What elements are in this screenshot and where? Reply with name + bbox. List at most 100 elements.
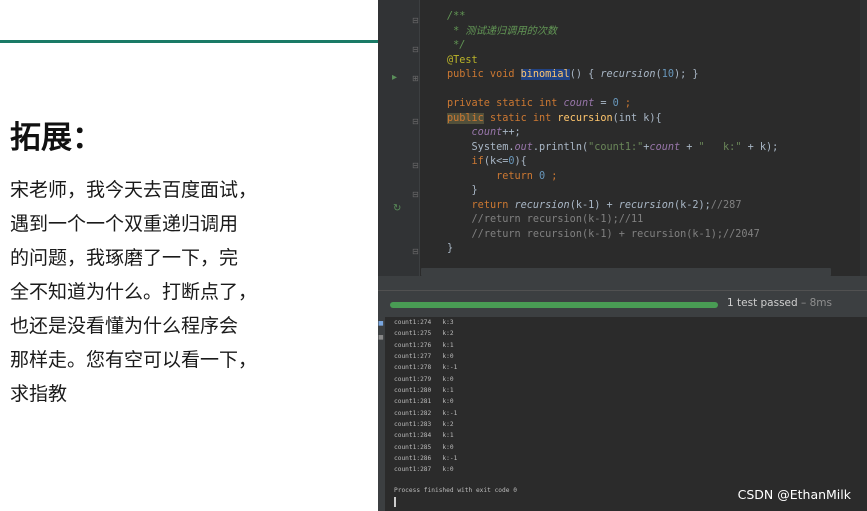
string-literal: "count1:" <box>588 141 644 153</box>
console-line: count1:277 k:0 <box>394 353 454 361</box>
code-token: ); } <box>673 69 699 80</box>
code-token: ; <box>545 170 558 182</box>
console-line: count1:282 k:-1 <box>394 409 458 417</box>
annotation: @Test <box>447 54 478 66</box>
test-progress-bar <box>390 302 718 308</box>
ide-window: ▸ ⊟ ⊟ ⊞ ⊟ ⊟ ⊟ ↻ ⊟ /** * 测试递归调用的次数 */ @Te… <box>378 0 867 511</box>
keyword: if <box>471 156 484 167</box>
test-status: 1 test passed – 8ms <box>727 297 832 309</box>
horizontal-scrollbar[interactable] <box>421 268 831 276</box>
fold-icon[interactable]: ⊟ <box>412 117 419 126</box>
line-comment: //287 <box>710 199 742 211</box>
code-line: */ <box>447 39 778 54</box>
recursive-call-icon: ↻ <box>393 203 402 214</box>
fold-icon[interactable]: ⊟ <box>412 161 419 170</box>
slide-body-line: 宋老师，我今天去百度面试， <box>10 179 258 201</box>
code-line: /** <box>447 10 778 25</box>
field-name: count <box>649 141 681 153</box>
fold-icon[interactable]: ⊟ <box>412 190 419 199</box>
slide-body-line: 也还是没看懂为什么程序会 <box>10 315 239 337</box>
method-call: recursion <box>618 199 674 211</box>
keyword: return <box>471 199 515 211</box>
console-line: count1:275 k:2 <box>394 330 454 338</box>
code-token: (k-2); <box>673 199 711 211</box>
code-line: @Test <box>447 54 778 69</box>
console-tool-icon[interactable]: ■ <box>378 320 384 327</box>
method-call: recursion <box>600 69 656 80</box>
editor-scroll-markers[interactable] <box>860 0 867 288</box>
console-cursor <box>394 497 396 507</box>
console-line: count1:285 k:0 <box>394 443 454 451</box>
keyword: return <box>496 170 540 182</box>
watermark: CSDN @EthanMilk <box>737 487 851 502</box>
code-token: ){ <box>514 156 527 167</box>
fold-icon[interactable]: ⊟ <box>412 247 419 256</box>
line-comment: //return recursion(k-1);//11 <box>471 214 644 225</box>
code-line: //return recursion(k-1) + recursion(k-1)… <box>447 228 778 243</box>
code-token: + k); <box>741 141 779 153</box>
console-line: count1:286 k:-1 <box>394 455 458 463</box>
console-line: count1:280 k:1 <box>394 387 454 395</box>
code-token: } <box>471 185 478 196</box>
line-comment: //return recursion(k-1) + recursion(k-1)… <box>471 228 760 240</box>
test-duration: – 8ms <box>797 297 832 309</box>
console-output[interactable]: ■ ■ count1:274 k:3 count1:275 k:2 count1… <box>378 317 867 511</box>
slide-body-line: 遇到一个一个双重递归调用 <box>10 213 239 235</box>
console-line: count1:287 k:0 <box>394 466 454 474</box>
console-tool-icon[interactable]: ■ <box>378 334 384 341</box>
doc-comment: * 测试递归调用的次数 <box>447 25 558 37</box>
code-token: ++; <box>502 127 521 138</box>
console-line: count1:276 k:1 <box>394 341 454 349</box>
code-token: System. <box>471 141 515 153</box>
code-editor[interactable]: ▸ ⊟ ⊟ ⊞ ⊟ ⊟ ⊟ ↻ ⊟ /** * 测试递归调用的次数 */ @Te… <box>378 0 867 290</box>
code-line: return 0 ; <box>447 170 778 185</box>
code-line: * 测试递归调用的次数 <box>447 25 778 40</box>
fold-icon[interactable]: ⊟ <box>412 45 419 54</box>
console-line: count1:274 k:3 <box>394 319 454 326</box>
console-toolbar: ■ ■ <box>378 317 385 511</box>
field-name: count <box>563 98 595 109</box>
keyword: public <box>447 112 484 124</box>
slide-divider <box>0 40 382 43</box>
method-name[interactable]: binomial <box>520 69 570 80</box>
slide-body-line: 求指教 <box>10 383 68 405</box>
code-token: } <box>447 243 454 254</box>
method-name: recursion <box>557 112 613 124</box>
run-test-icon[interactable]: ▸ <box>392 72 397 83</box>
slide-body-line: 的问题，我琢磨了一下，完 <box>10 247 239 269</box>
code-token: + <box>680 141 699 153</box>
doc-comment: /** <box>447 11 466 22</box>
method-call: recursion <box>514 199 570 211</box>
code-line: public static int recursion(int k){ <box>447 112 778 127</box>
keyword: private static int <box>447 98 564 109</box>
fold-icon[interactable]: ⊞ <box>412 74 419 83</box>
code-token: (int k){ <box>612 112 662 124</box>
fold-icon[interactable]: ⊟ <box>412 16 419 25</box>
editor-bottom-bar <box>378 276 867 290</box>
slide-body: 宋老师，我今天去百度面试， 遇到一个一个双重递归调用 的问题，我琢磨了一下，完 … <box>10 173 310 411</box>
code-line: count++; <box>447 126 778 141</box>
code-token: = <box>594 98 613 109</box>
code-line: if(k<=0){ <box>447 155 778 170</box>
code-line: System.out.println("count1:"+count + " k… <box>447 141 779 156</box>
code-line: //return recursion(k-1);//11 <box>447 213 778 228</box>
doc-comment: */ <box>447 40 466 51</box>
editor-gutter[interactable]: ▸ ⊟ ⊟ ⊞ ⊟ ⊟ ⊟ ↻ ⊟ <box>378 0 420 288</box>
code-token: () { <box>569 69 601 80</box>
console-line: count1:281 k:0 <box>394 398 454 406</box>
code-area[interactable]: /** * 测试递归调用的次数 */ @Test public void bin… <box>447 10 778 257</box>
code-line: private static int count = 0 ; <box>447 97 778 112</box>
slide-body-line: 全不知道为什么。打断点了， <box>10 281 258 303</box>
code-line: } <box>447 184 778 199</box>
code-line: public void binomial() { recursion(10); … <box>447 68 778 83</box>
code-token: .println( <box>532 141 589 153</box>
console-line: count1:283 k:2 <box>394 421 454 429</box>
keyword: static int <box>483 112 558 124</box>
process-finished-line: Process finished with exit code 0 <box>394 487 517 494</box>
console-line: count1:284 k:1 <box>394 432 454 440</box>
field-name: out <box>514 141 533 153</box>
string-literal: " k:" <box>698 141 742 153</box>
code-token: (k-1) + <box>569 199 619 211</box>
console-line: count1:278 k:-1 <box>394 364 458 372</box>
